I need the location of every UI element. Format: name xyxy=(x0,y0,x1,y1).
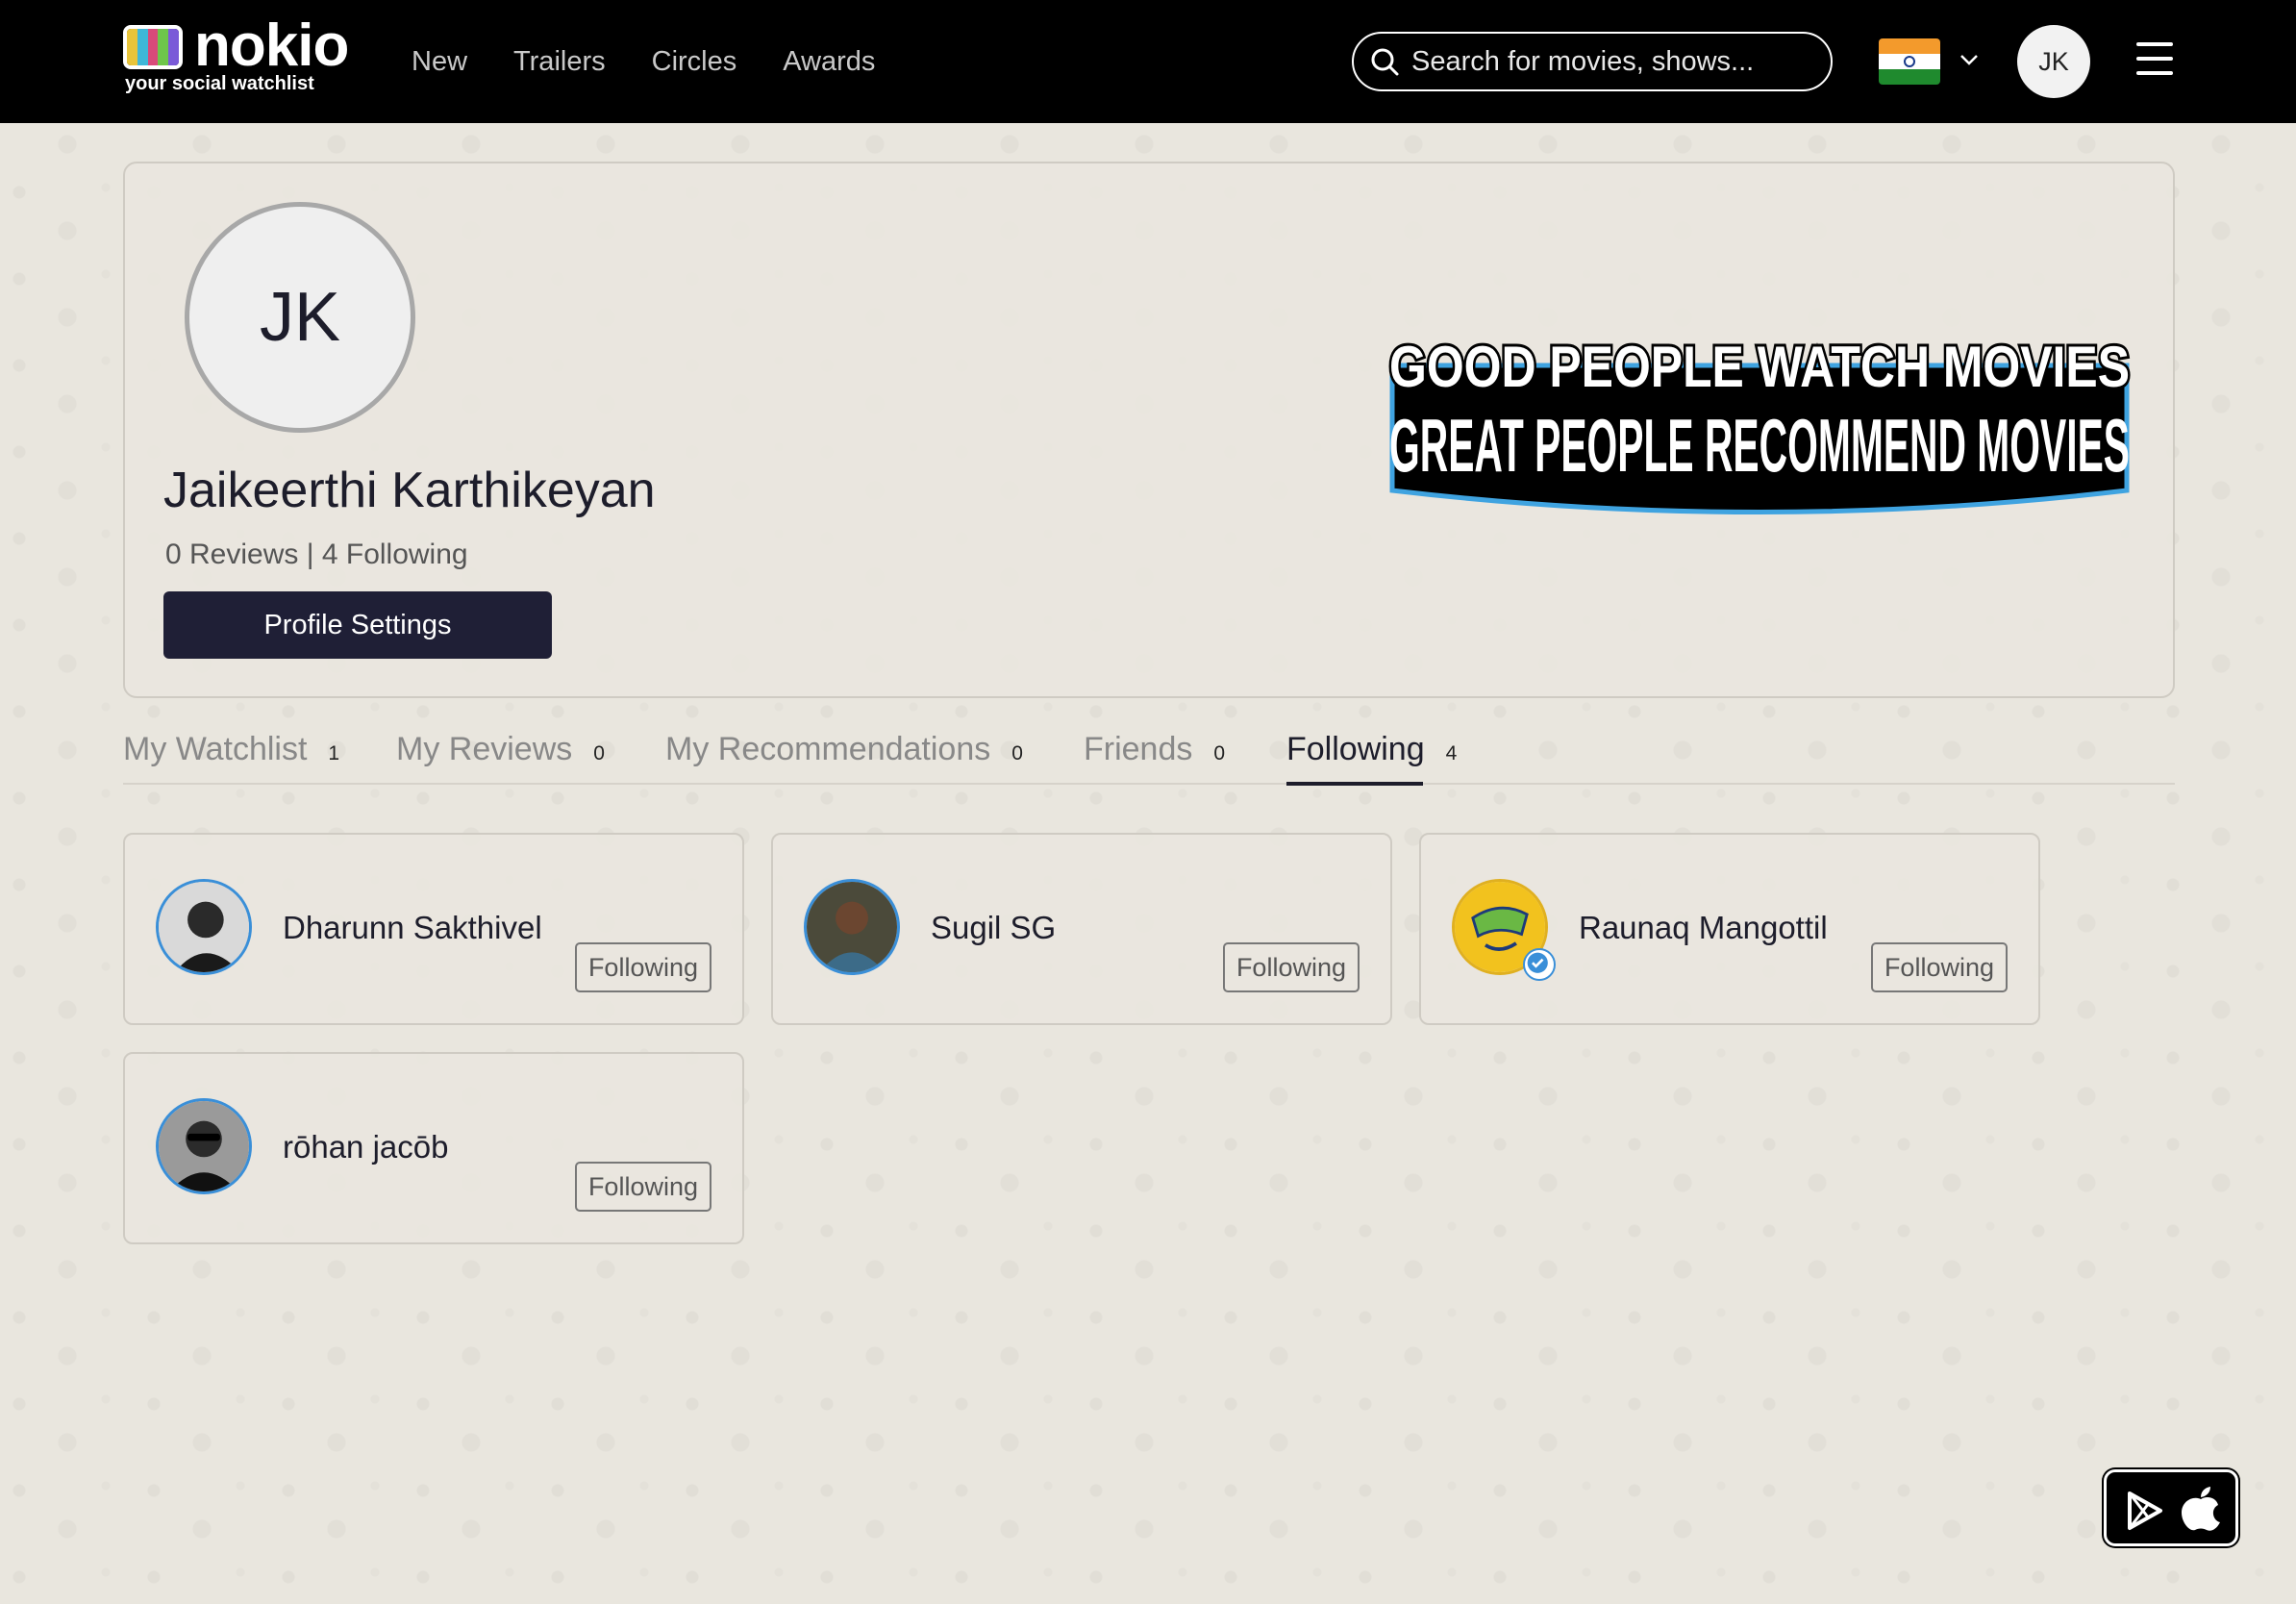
nav-link-awards[interactable]: Awards xyxy=(783,46,875,78)
profile-name: Jaikeerthi Karthikeyan xyxy=(163,463,656,518)
tab-label: My Recommendations xyxy=(665,731,991,767)
profile-tabs: My Watchlist 1 My Reviews 0 My Recommend… xyxy=(123,731,2175,786)
tab-count: 0 xyxy=(1011,742,1023,764)
user-avatar xyxy=(804,879,900,975)
user-name[interactable]: Raunaq Mangottil xyxy=(1579,910,1828,946)
user-avatar xyxy=(156,1098,252,1194)
user-avatar-button[interactable]: JK xyxy=(2017,25,2090,98)
following-card[interactable]: Raunaq Mangottil Following xyxy=(1419,833,2040,1025)
active-tab-indicator xyxy=(1286,782,1423,786)
following-button[interactable]: Following xyxy=(574,942,711,992)
chevron-down-icon[interactable] xyxy=(1958,48,1981,71)
nav-link-new[interactable]: New xyxy=(412,46,467,78)
following-button[interactable]: Following xyxy=(574,1162,711,1212)
tab-count: 4 xyxy=(1445,742,1458,764)
google-play-icon[interactable] xyxy=(2124,1490,2166,1532)
hamburger-icon[interactable] xyxy=(2136,42,2173,79)
tab-my-reviews[interactable]: My Reviews 0 xyxy=(396,731,605,785)
promo-banner: GOOD PEOPLE WATCH MOVIES GREAT PEOPLE RE… xyxy=(1386,332,2133,514)
tab-label: Following xyxy=(1286,731,1425,767)
tab-count: 0 xyxy=(1213,742,1226,764)
profile-avatar: JK xyxy=(185,202,415,433)
search-input[interactable] xyxy=(1411,45,1815,78)
profile-card: JK Jaikeerthi Karthikeyan 0 Reviews | 4 … xyxy=(123,162,2175,698)
tv-logo-icon xyxy=(123,25,183,69)
apple-icon[interactable] xyxy=(2180,1486,2222,1532)
nav-link-circles[interactable]: Circles xyxy=(652,46,737,78)
user-name[interactable]: Dharunn Sakthivel xyxy=(283,910,542,946)
profile-settings-button[interactable]: Profile Settings xyxy=(163,591,552,659)
verified-badge-icon xyxy=(1523,948,1556,981)
search-bar[interactable] xyxy=(1352,32,1833,91)
user-name[interactable]: rōhan jacōb xyxy=(283,1129,448,1165)
main-nav: New Trailers Circles Awards xyxy=(412,0,875,123)
following-card[interactable]: rōhan jacōb Following xyxy=(123,1052,744,1244)
profile-stats: 0 Reviews | 4 Following xyxy=(165,539,468,570)
banner-line-2: GREAT PEOPLE RECOMMEND MOVIES xyxy=(1389,403,2130,488)
banner-line-1: GOOD PEOPLE WATCH MOVIES xyxy=(1389,335,2130,399)
search-icon xyxy=(1371,48,1399,76)
tab-following[interactable]: Following 4 xyxy=(1286,731,1458,786)
tab-label: Friends xyxy=(1084,731,1193,767)
user-avatar xyxy=(156,879,252,975)
tab-count: 0 xyxy=(593,742,605,764)
following-card[interactable]: Sugil SG Following xyxy=(771,833,1392,1025)
tab-label: My Reviews xyxy=(396,731,573,767)
tab-count: 1 xyxy=(328,742,340,764)
nav-link-trailers[interactable]: Trailers xyxy=(513,46,606,78)
logo-tagline: your social watchlist xyxy=(125,73,314,94)
tab-my-watchlist[interactable]: My Watchlist 1 xyxy=(123,731,339,785)
logo-wordmark: nokio xyxy=(194,13,349,79)
app-download-badge[interactable] xyxy=(2104,1469,2238,1546)
following-card[interactable]: Dharunn Sakthivel Following xyxy=(123,833,744,1025)
tab-friends[interactable]: Friends 0 xyxy=(1084,731,1225,785)
tab-label: My Watchlist xyxy=(123,731,308,767)
user-name[interactable]: Sugil SG xyxy=(931,910,1056,946)
nokio-logo[interactable]: nokio your social watchlist xyxy=(123,13,349,98)
following-button[interactable]: Following xyxy=(1222,942,1360,992)
tab-my-recommendations[interactable]: My Recommendations 0 xyxy=(665,731,1023,785)
india-flag-icon[interactable] xyxy=(1879,38,1940,85)
top-navigation-bar: nokio your social watchlist New Trailers… xyxy=(0,0,2296,123)
following-button[interactable]: Following xyxy=(1870,942,2008,992)
